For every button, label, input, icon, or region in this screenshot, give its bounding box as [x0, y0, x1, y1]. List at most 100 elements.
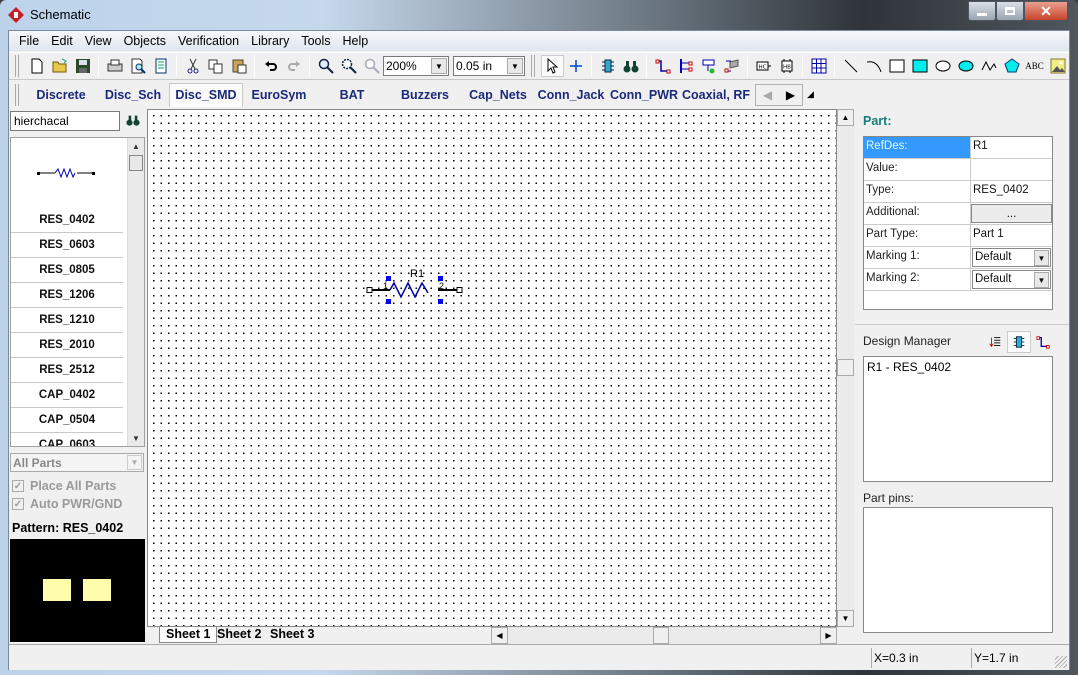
scrollbar-thumb[interactable] [653, 627, 669, 644]
table-button[interactable] [807, 55, 830, 77]
library-tab[interactable]: BAT [315, 83, 389, 107]
selection-handle[interactable] [438, 276, 443, 281]
polygon-button[interactable] [1000, 55, 1023, 77]
binoculars-icon[interactable] [125, 113, 141, 127]
part-list-item[interactable]: RES_0402 [11, 208, 123, 233]
sheet-tab[interactable]: Sheet 3 [264, 627, 320, 643]
undo-button[interactable] [259, 55, 282, 77]
scroll-right-button[interactable]: ▶ [779, 85, 802, 105]
library-tab[interactable]: Cap_Nets [461, 83, 535, 107]
part-list-item[interactable]: CAP_0402 [11, 383, 123, 408]
scroll-up-icon[interactable]: ▲ [837, 109, 854, 126]
part-list-item[interactable]: RES_1206 [11, 283, 123, 308]
scrollbar-thumb[interactable] [837, 359, 854, 376]
additional-button[interactable]: ... [971, 204, 1052, 223]
grid-size-combo[interactable]: 0.05 in ▼ [453, 56, 525, 76]
part-type-field[interactable]: Part 1 [971, 225, 1052, 246]
library-tab[interactable]: Coaxial, RF [681, 83, 751, 107]
line-button[interactable] [839, 55, 862, 77]
scroll-down-icon[interactable]: ▼ [837, 610, 854, 627]
filled-ellipse-button[interactable] [954, 55, 977, 77]
library-tab[interactable]: Conn_Jack [535, 83, 607, 107]
property-row[interactable]: Marking 1: Default ▼ [864, 247, 1052, 269]
zoom-previous-button[interactable] [360, 55, 383, 77]
type-field[interactable]: RES_0402 [971, 181, 1052, 202]
open-file-button[interactable] [48, 55, 71, 77]
cut-button[interactable] [181, 55, 204, 77]
overflow-icon[interactable]: ◢ [807, 89, 814, 100]
ellipse-button[interactable] [931, 55, 954, 77]
resistor-component[interactable]: R1 1 2 [366, 265, 466, 305]
sheet-tab[interactable]: Sheet 2 [211, 627, 267, 643]
part-list-item[interactable]: RES_0805 [11, 258, 123, 283]
library-tab[interactable]: EuroSym [243, 83, 315, 107]
cross-probe-button[interactable] [564, 55, 587, 77]
menu-edit[interactable]: Edit [45, 34, 79, 48]
library-tab[interactable]: Buzzers [389, 83, 461, 107]
chevron-down-icon[interactable]: ▼ [431, 58, 447, 74]
hierarchical-connector-button[interactable]: HC [752, 55, 775, 77]
menu-library[interactable]: Library [245, 34, 295, 48]
chevron-down-icon[interactable]: ▼ [507, 58, 523, 74]
part-list-item[interactable]: RES_0603 [11, 233, 123, 258]
picture-button[interactable] [1046, 55, 1069, 77]
zoom-in-button[interactable] [314, 55, 337, 77]
pin-2-terminal[interactable] [456, 287, 463, 293]
print-button[interactable] [103, 55, 126, 77]
property-row[interactable]: Type: RES_0402 [864, 181, 1052, 203]
canvas-vertical-scrollbar[interactable]: ▲ ▼ [837, 109, 854, 627]
hierarchical-block-button[interactable]: HB [775, 55, 798, 77]
report-button[interactable] [149, 55, 172, 77]
property-row[interactable]: RefDes: R1 [864, 137, 1052, 159]
property-row[interactable]: Additional:... [864, 203, 1052, 225]
marking-1-select[interactable]: Default ▼ [972, 248, 1051, 267]
library-tab-active[interactable]: Disc_SMD [169, 82, 243, 107]
scroll-down-icon[interactable]: ▼ [128, 430, 144, 446]
filled-rectangle-button[interactable] [908, 55, 931, 77]
menu-verification[interactable]: Verification [172, 34, 245, 48]
marking-2-select[interactable]: Default ▼ [972, 270, 1051, 289]
nets-view-button[interactable] [1031, 331, 1055, 353]
part-list-item[interactable]: RES_2010 [11, 333, 123, 358]
menu-view[interactable]: View [79, 34, 118, 48]
part-search-input[interactable] [10, 111, 120, 131]
property-row[interactable]: Part Type: Part 1 [864, 225, 1052, 247]
design-manager-item[interactable]: R1 - RES_0402 [867, 360, 1049, 374]
scroll-left-icon[interactable]: ◀ [491, 627, 508, 644]
arc-button[interactable] [862, 55, 885, 77]
menu-tools[interactable]: Tools [295, 34, 336, 48]
place-all-parts-checkbox[interactable]: ✓ Place All Parts [12, 479, 116, 493]
net-label-button[interactable] [720, 55, 743, 77]
toolbar-grip[interactable] [15, 83, 19, 106]
refdes-field[interactable]: R1 [971, 137, 1052, 158]
toolbar-grip[interactable] [531, 55, 535, 77]
pin-1-terminal[interactable] [366, 287, 373, 293]
menu-help[interactable]: Help [337, 34, 375, 48]
auto-pwr-gnd-checkbox[interactable]: ✓ Auto PWR/GND [12, 497, 122, 511]
library-tab[interactable]: Conn_PWR [607, 83, 681, 107]
library-tab[interactable]: Discrete [25, 83, 97, 107]
part-filter-select[interactable]: All Parts ▼ [10, 453, 144, 472]
part-list-scrollbar[interactable]: ▲ ▼ [127, 138, 144, 446]
bus-button[interactable] [674, 55, 697, 77]
resize-grip[interactable] [1055, 656, 1067, 668]
zoom-area-button[interactable] [337, 55, 360, 77]
library-tab[interactable]: Disc_Sch [97, 83, 169, 107]
place-part-button[interactable] [596, 55, 619, 77]
minimize-button[interactable] [968, 1, 996, 21]
sort-button[interactable] [983, 331, 1007, 353]
schematic-canvas[interactable]: R1 1 2 [147, 109, 837, 627]
scroll-up-icon[interactable]: ▲ [128, 138, 144, 154]
panel-divider[interactable] [855, 324, 1069, 325]
selection-handle[interactable] [386, 299, 391, 304]
zoom-combo[interactable]: 200% ▼ [383, 56, 449, 76]
text-button[interactable]: ABC [1023, 55, 1046, 77]
save-button[interactable] [71, 55, 94, 77]
close-button[interactable]: ✕ [1024, 1, 1068, 21]
find-button[interactable] [619, 55, 642, 77]
parts-view-button[interactable] [1007, 331, 1031, 353]
property-row[interactable]: Marking 2: Default ▼ [864, 269, 1052, 291]
paste-button[interactable] [227, 55, 250, 77]
rectangle-button[interactable] [885, 55, 908, 77]
new-file-button[interactable] [25, 55, 48, 77]
